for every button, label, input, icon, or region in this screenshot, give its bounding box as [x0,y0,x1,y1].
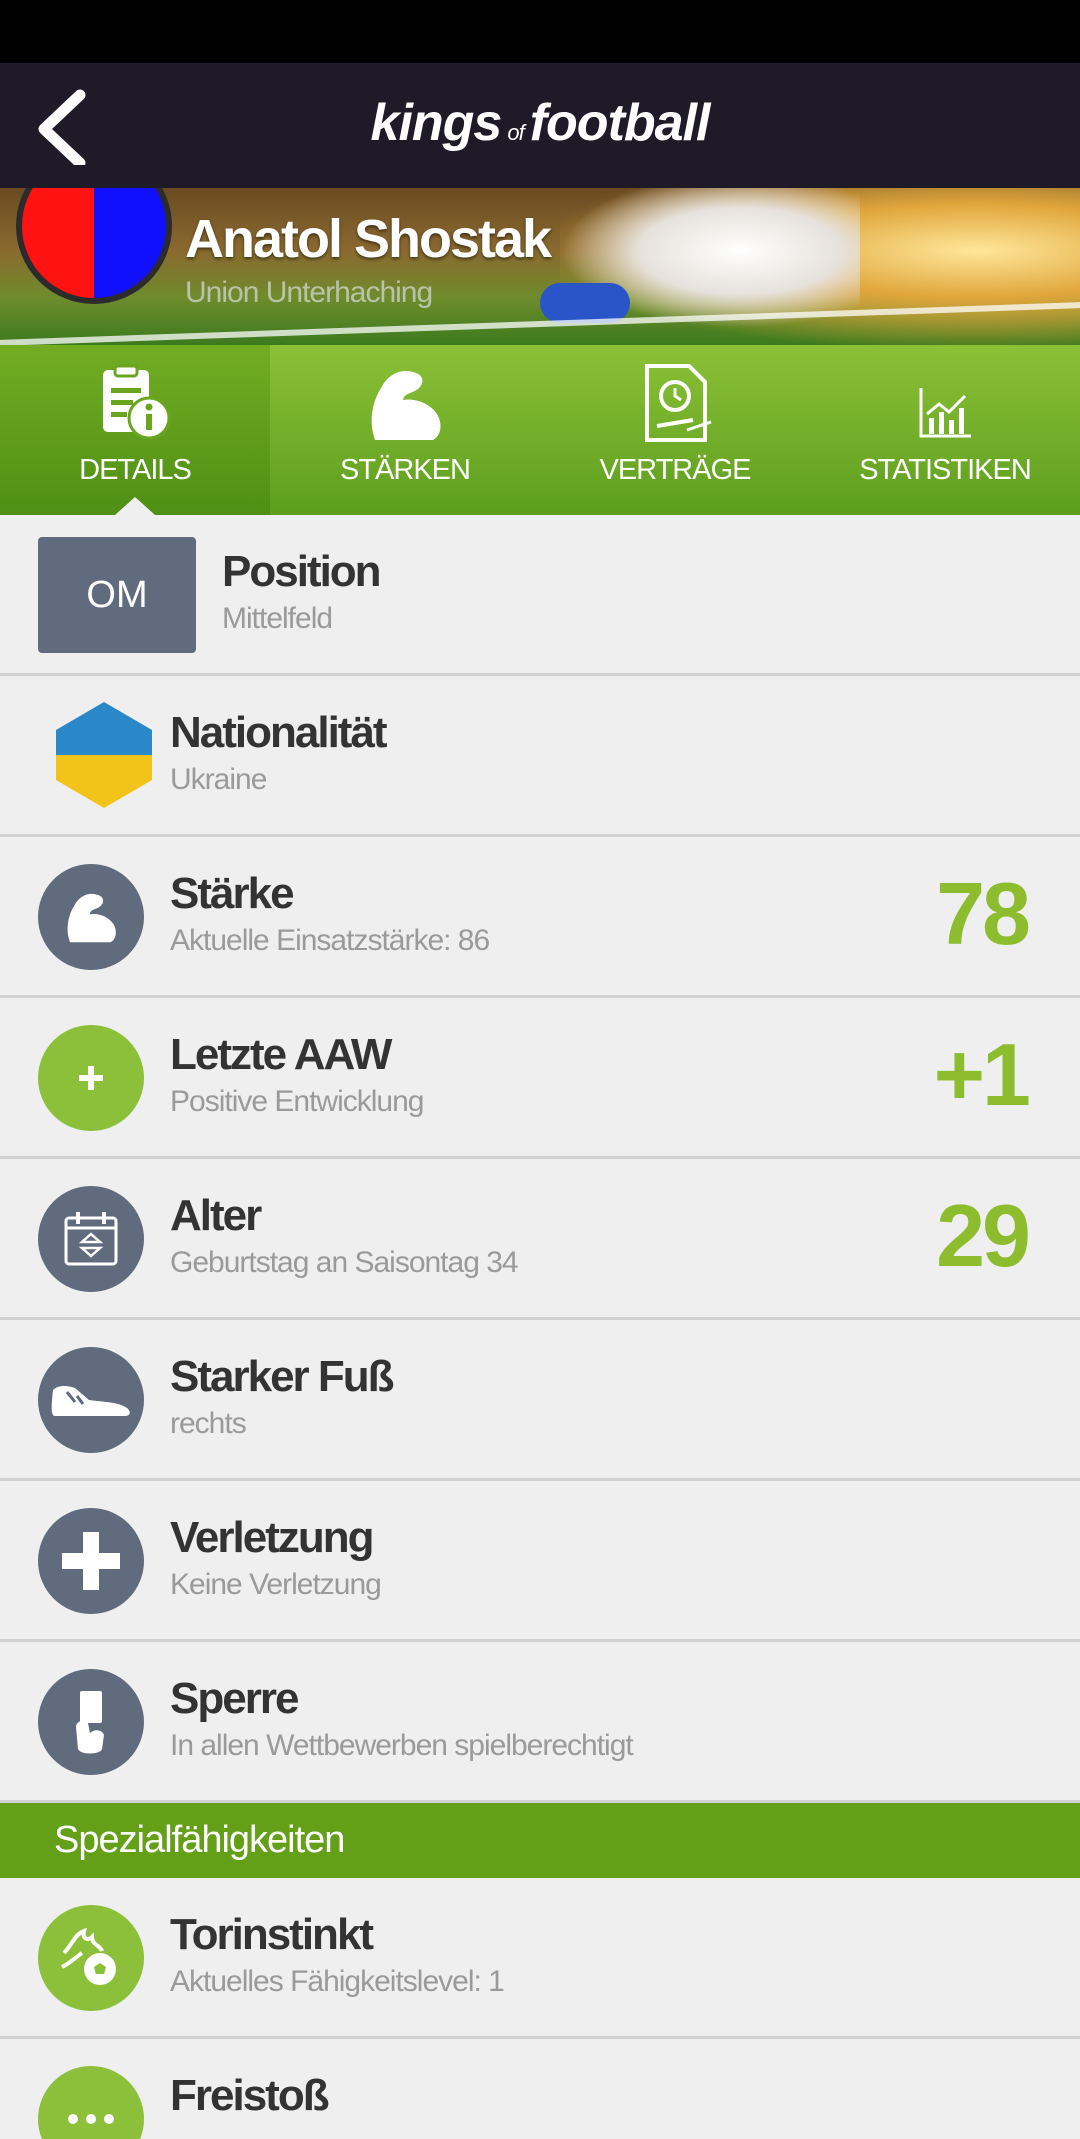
red-card-hand-icon [76,1691,104,1754]
position-badge: OM [38,537,196,653]
ability-title: Freistoß [170,2071,330,2120]
tab-staerken[interactable]: STÄRKEN [270,345,540,515]
age-value: 29 [936,1186,1031,1285]
ukraine-flag-icon [56,702,152,808]
list-item-strong-foot: Starker Fuß rechts [0,1320,1080,1481]
strength-value: 78 [936,864,1031,963]
aaw-value: +1 [933,1025,1031,1124]
list-item-ban: Sperre In allen Wettbewerben spielberech… [0,1642,1080,1803]
aaw-subtitle: Positive Entwicklung [170,1085,424,1118]
tab-statistiken-label: STATISTIKEN [859,454,1032,486]
contract-clock-icon [645,364,712,442]
position-title: Position [222,547,382,596]
bar-chart-icon [919,388,971,438]
ability-icon [38,2066,144,2139]
ban-title: Sperre [170,1674,299,1723]
nationality-value: Ukraine [170,763,267,796]
age-icon [38,1186,144,1292]
list-item-ability: Torinstinkt Aktuelles Fähigkeitslevel: 1 [0,1878,1080,2039]
tab-statistiken[interactable]: STATISTIKEN [810,345,1080,515]
position-value: Mittelfeld [222,602,333,635]
ability-title: Torinstinkt [170,1910,374,1959]
app-bar: kings of football [0,63,1080,188]
calendar-icon [64,1212,118,1266]
fire-ball-icon [61,1927,116,1985]
injury-title: Verletzung [170,1513,374,1562]
status-bar [0,0,1080,63]
injury-icon [38,1508,144,1614]
age-subtitle: Geburtstag an Saisontag 34 [170,1246,519,1279]
list-item-ability: Freistoß [0,2039,1080,2139]
flexed-arm-icon [67,893,116,943]
details-list: OM Position Mittelfeld Nationalität Ukra… [0,515,1080,2139]
strength-subtitle: Aktuelle Einsatzstärke: 86 [170,924,490,957]
strength-title: Stärke [170,869,295,918]
list-item-nationality: Nationalität Ukraine [0,676,1080,837]
tab-details[interactable]: DETAILS [0,345,270,515]
strength-icon [38,864,144,970]
tab-details-label: DETAILS [79,454,192,486]
dots-icon [68,2114,114,2124]
app-logo: kings of football [0,93,1080,153]
tab-vertraege-label: VERTRÄGE [599,454,751,486]
list-item-aaw: Letzte AAW Positive Entwicklung +1 [0,998,1080,1159]
logo-football: football [529,94,711,152]
tab-bar: DETAILS STÄRKEN VERTRÄGE STATISTIKEN [0,345,1080,515]
injury-value: Keine Verletzung [170,1568,382,1601]
ability-icon [38,1905,144,2011]
flexed-arm-icon [371,370,441,440]
document-info-icon [103,364,171,440]
list-item-injury: Verletzung Keine Verletzung [0,1481,1080,1642]
ban-icon [38,1669,144,1775]
nationality-title: Nationalität [170,708,388,757]
ability-level: Aktuelles Fähigkeitslevel: 1 [170,1965,505,1998]
logo-of: of [507,120,524,145]
medical-cross-icon [62,1532,120,1590]
list-item-age: Alter Geburtstag an Saisontag 34 29 [0,1159,1080,1320]
foot-title: Starker Fuß [170,1352,395,1401]
age-title: Alter [170,1191,262,1240]
ban-value: In allen Wettbewerben spielberechtigt [170,1729,634,1762]
list-item-strength: Stärke Aktuelle Einsatzstärke: 86 78 [0,837,1080,998]
tab-staerken-label: STÄRKEN [340,454,471,486]
foot-icon [38,1347,144,1453]
player-name: Anatol Shostak [185,209,552,269]
club-badge [16,188,172,304]
player-club: Union Unterhaching [185,276,433,309]
aaw-icon [38,1025,144,1131]
player-header: Anatol Shostak Union Unterhaching [0,188,1080,345]
list-item-position: OM Position Mittelfeld [0,515,1080,676]
plus-icon [79,1066,103,1090]
special-abilities-header: Spezialfähigkeiten [0,1803,1080,1878]
foot-value: rechts [170,1407,247,1440]
aaw-title: Letzte AAW [170,1030,392,1079]
hero-boot [540,283,630,323]
tab-vertraege[interactable]: VERTRÄGE [540,345,810,515]
logo-kings: kings [370,94,503,152]
football-boot-icon [51,1386,130,1420]
